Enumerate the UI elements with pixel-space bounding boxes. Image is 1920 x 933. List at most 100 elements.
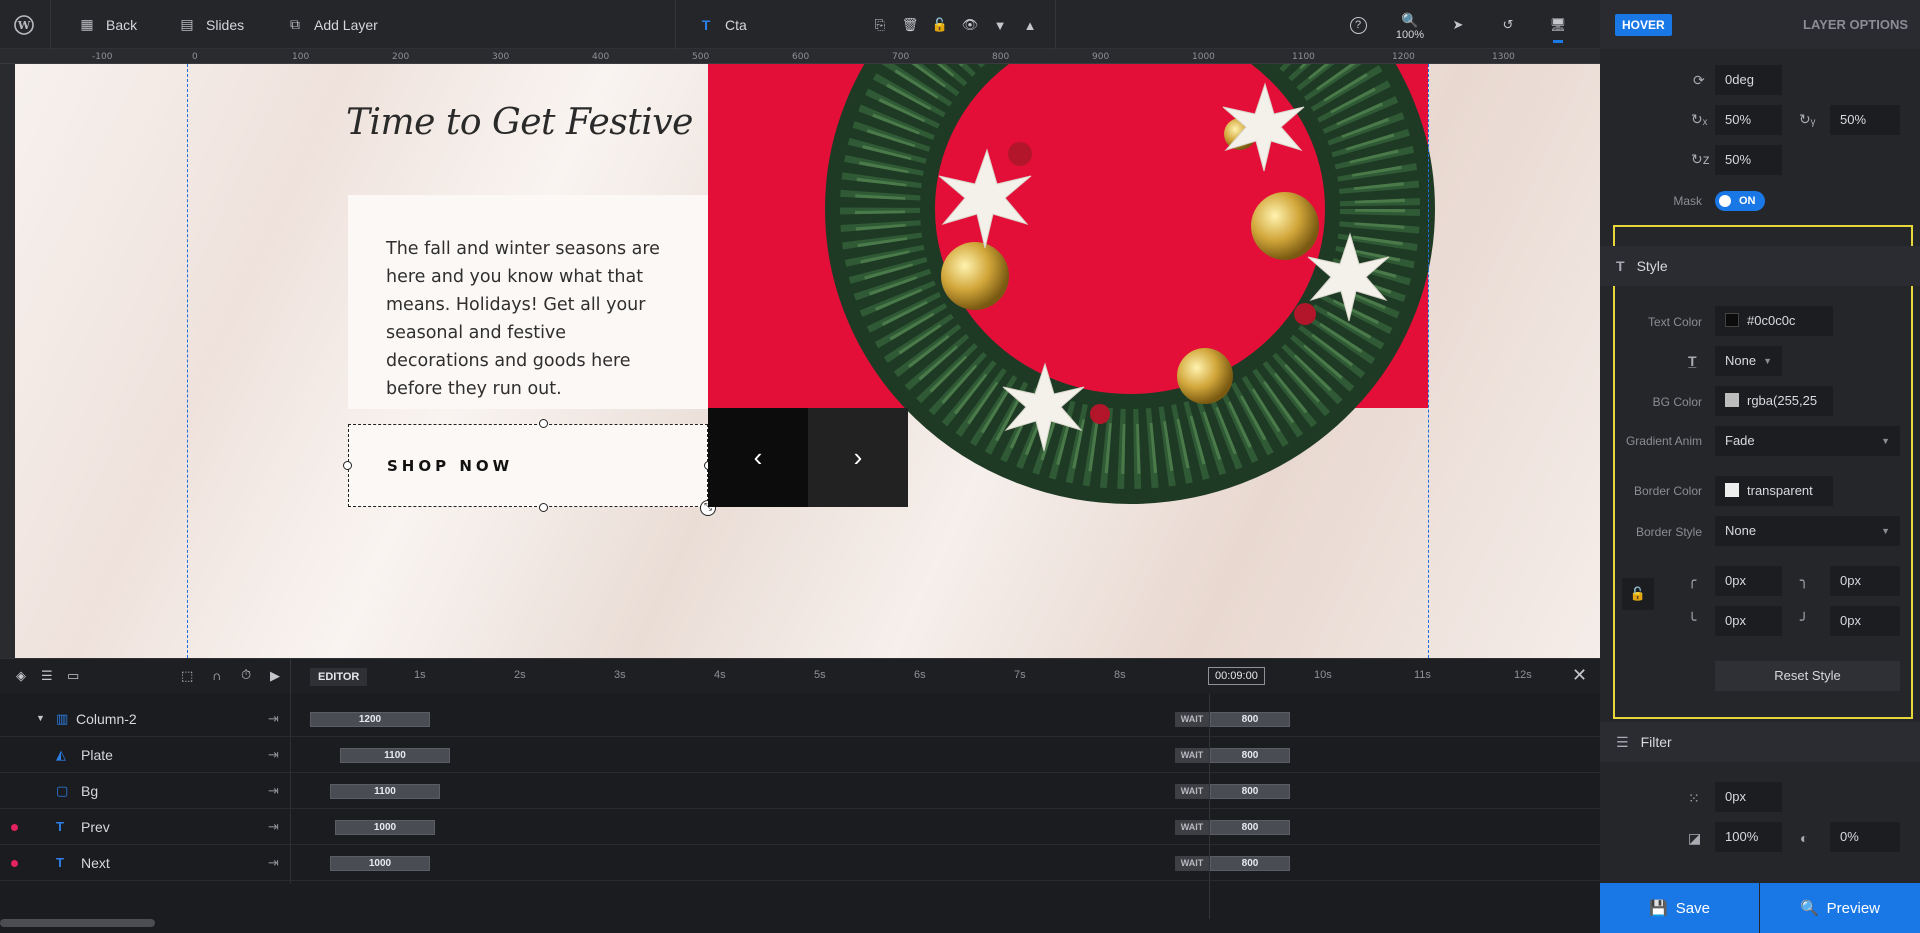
body-text: The fall and winter seasons are here and… (386, 235, 670, 403)
timeline-row-prev[interactable]: T Prev ⇥ 1000 WAIT 800 (0, 809, 1600, 845)
out-animation-bar[interactable]: 800 (1210, 820, 1290, 835)
align-end-icon[interactable]: ⇥ (268, 711, 279, 727)
timeline-row-next[interactable]: T Next ⇥ 1000 WAIT 800 (0, 845, 1600, 881)
save-icon: 💾 (1649, 900, 1668, 917)
prev-arrow-button[interactable]: ‹ (708, 408, 808, 507)
horizontal-scrollbar[interactable] (0, 919, 155, 927)
gradient-anim-select[interactable]: Fade ▼ (1715, 426, 1900, 456)
zoom-button[interactable]: 🔍 100% (1395, 8, 1425, 44)
timeline-row-plate[interactable]: ◭ Plate ⇥ 1100 WAIT 800 (0, 737, 1600, 773)
radius-top-left-input[interactable]: 0px (1715, 566, 1782, 596)
select-tool-button[interactable]: ➤ (1445, 12, 1471, 38)
svg-text:W: W (17, 19, 31, 32)
move-up-button[interactable]: ▲ (1017, 12, 1043, 38)
animation-bar[interactable]: 1100 (340, 748, 450, 763)
shop-now-button[interactable]: SHOP NOW (348, 424, 708, 507)
chevron-down-icon[interactable]: ▼ (36, 713, 45, 723)
layer-name: Bg (81, 783, 99, 799)
reset-style-button[interactable]: Reset Style (1715, 661, 1900, 691)
align-end-icon[interactable]: ⇥ (268, 747, 279, 763)
origin-x-input[interactable]: 50% (1715, 105, 1782, 135)
timeline-layers: ▼ ▥ Column-2 ⇥ 1200 WAIT 800 ◭ Plate ⇥ 1… (0, 694, 1600, 933)
editor-tab[interactable]: EDITOR (310, 668, 368, 686)
align-end-icon[interactable]: ⇥ (268, 819, 279, 835)
current-layer-selector[interactable]: T Cta (697, 0, 747, 49)
radius-bottom-right-input[interactable]: 0px (1830, 606, 1900, 636)
slides-button[interactable]: ▤ Slides (178, 0, 244, 49)
radius-top-right-input[interactable]: 0px (1830, 566, 1900, 596)
style-section-header[interactable]: T Style (1600, 246, 1920, 286)
layer-options-tab[interactable]: LAYER OPTIONS (1803, 17, 1908, 32)
move-down-button[interactable]: ▼ (987, 12, 1013, 38)
text-color-value: #0c0c0c (1747, 313, 1796, 328)
radius-top-right-icon: ╮ (1800, 572, 1809, 588)
selection-icon[interactable]: ⬚ (181, 668, 193, 684)
align-end-icon[interactable]: ⇥ (268, 783, 279, 799)
grid-guide-right (1428, 64, 1429, 658)
slide-canvas[interactable]: Time to Get Festive The fall and winter … (15, 64, 1600, 658)
out-animation-bar[interactable]: 800 (1210, 748, 1290, 763)
help-button[interactable]: ? (1345, 12, 1371, 38)
out-animation-bar[interactable]: 800 (1210, 784, 1290, 799)
resize-handle-bottom[interactable] (539, 503, 548, 512)
shape-icon: ▢ (56, 783, 69, 798)
time-mark: 5s (814, 669, 826, 681)
body-text-box[interactable]: The fall and winter seasons are here and… (348, 195, 708, 409)
resize-handle-left[interactable] (343, 461, 352, 470)
mask-toggle[interactable]: ON (1715, 191, 1765, 211)
resize-handle-top[interactable] (539, 419, 548, 428)
undo-button[interactable]: ↺ (1495, 12, 1521, 38)
origin-z-input[interactable]: 50% (1715, 145, 1782, 175)
radius-bottom-left-input[interactable]: 0px (1715, 606, 1782, 636)
delete-layer-button[interactable]: 🗑 (897, 12, 923, 38)
current-time-indicator[interactable]: 00:09:00 (1208, 667, 1265, 685)
time-mark: 3s (614, 669, 626, 681)
filter-section-header[interactable]: ☰ Filter (1600, 722, 1920, 762)
timeline-row-column-2[interactable]: ▼ ▥ Column-2 ⇥ 1200 WAIT 800 (0, 701, 1600, 737)
time-mark: 10s (1314, 669, 1332, 681)
slide-headline[interactable]: Time to Get Festive (346, 102, 693, 143)
out-animation-bar[interactable]: 800 (1210, 856, 1290, 871)
border-style-select[interactable]: None ▼ (1715, 516, 1900, 546)
add-layer-button[interactable]: ⧉ Add Layer (286, 0, 378, 49)
preview-button[interactable]: 🔍 Preview (1760, 883, 1920, 933)
wordpress-logo[interactable]: W (14, 0, 34, 49)
bg-color-input[interactable]: rgba(255,25 (1715, 386, 1833, 416)
magnet-icon[interactable]: ∩ (212, 668, 221, 683)
animation-bar[interactable]: 1000 (335, 820, 435, 835)
brightness-input[interactable]: 100% (1715, 822, 1782, 852)
folder-icon[interactable]: ▭ (67, 668, 79, 684)
rotation-input[interactable]: 0deg (1715, 65, 1782, 95)
timer-icon[interactable]: ⏱ (241, 667, 251, 683)
text-transform-select[interactable]: None ▼ (1715, 346, 1782, 376)
next-arrow-button[interactable]: › (808, 408, 908, 507)
toggle-visibility-button[interactable]: 👁 (957, 12, 983, 38)
origin-y-icon: ↻ᵧ (1799, 111, 1816, 127)
back-button[interactable]: ▦ Back (78, 0, 137, 49)
save-button[interactable]: 💾 Save (1600, 883, 1759, 933)
blur-input[interactable]: 0px (1715, 782, 1782, 812)
animation-bar[interactable]: 1200 (310, 712, 430, 727)
animation-bar[interactable]: 1100 (330, 784, 440, 799)
align-end-icon[interactable]: ⇥ (268, 855, 279, 871)
lock-layer-button[interactable]: 🔓 (927, 12, 953, 38)
out-animation-bar[interactable]: 800 (1210, 712, 1290, 727)
lock-radius-button[interactable]: 🔓 (1622, 578, 1654, 610)
device-desktop-button[interactable]: 🖥 (1545, 12, 1571, 38)
time-mark: 1s (414, 669, 426, 681)
text-color-input[interactable]: #0c0c0c (1715, 306, 1833, 336)
layers-icon[interactable]: ◈ (16, 668, 26, 684)
close-icon[interactable]: ✕ (1572, 665, 1587, 686)
timeline-row-bg[interactable]: ▢ Bg ⇥ 1100 WAIT 800 (0, 773, 1600, 809)
border-color-input[interactable]: transparent (1715, 476, 1833, 506)
origin-x-icon: ↻ₓ (1691, 111, 1708, 127)
text-transform-icon: T̲ (1688, 353, 1697, 369)
origin-y-input[interactable]: 50% (1830, 105, 1900, 135)
duplicate-layer-button[interactable]: ⎘ (867, 12, 893, 38)
grayscale-input[interactable]: 0% (1830, 822, 1900, 852)
list-icon[interactable]: ☰ (41, 668, 53, 684)
play-icon[interactable]: ▶ (270, 668, 280, 684)
animation-bar[interactable]: 1000 (330, 856, 430, 871)
hover-tab[interactable]: HOVER (1615, 14, 1672, 36)
radius-top-left-icon: ╭ (1688, 572, 1697, 588)
